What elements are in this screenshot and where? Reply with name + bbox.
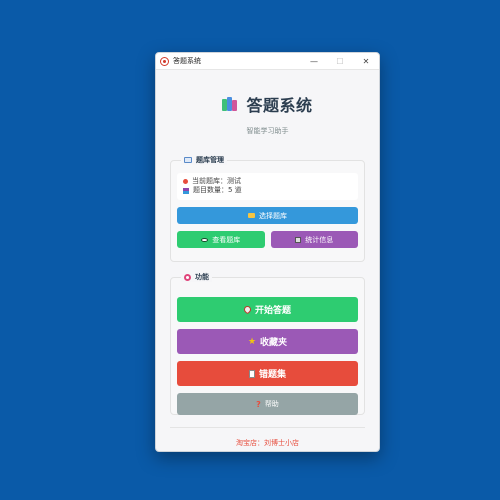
favorites-label: 收藏夹 xyxy=(260,338,288,348)
pushpin-icon xyxy=(183,179,188,184)
view-library-label: 查看题库 xyxy=(212,235,241,244)
current-library-text: 当前题库：测试 xyxy=(192,177,241,185)
app-logo-icon xyxy=(160,56,169,66)
wrong-answers-button[interactable]: 错题集 xyxy=(177,361,358,386)
favorites-button[interactable]: ★ 收藏夹 xyxy=(177,329,358,354)
star-icon: ★ xyxy=(247,336,257,347)
select-library-button[interactable]: 选择题库 xyxy=(177,207,358,224)
app-header: 答题系统 xyxy=(170,92,365,116)
library-group-label: 题库管理 xyxy=(196,156,224,164)
folder-icon xyxy=(248,213,255,218)
minimize-button[interactable]: — xyxy=(301,53,327,70)
main-content: 答题系统 智能学习助手 题库管理 当前题库：测试 题目数量：5 道 选择题库 查… xyxy=(156,92,379,448)
window-title: 答题系统 xyxy=(173,57,201,65)
view-library-button[interactable]: 查看题库 xyxy=(177,231,265,248)
app-title: 答题系统 xyxy=(246,96,313,115)
eye-icon xyxy=(201,237,209,242)
bar-chart-icon xyxy=(183,187,189,194)
question-count-line: 题目数量：5 道 xyxy=(183,186,352,195)
app-window: 答题系统 — ☐ ✕ 答题系统 智能学习助手 题库管理 当前题库：测试 题目数量… xyxy=(155,52,380,452)
functions-group-title: 功能 xyxy=(181,272,212,282)
question-count-text: 题目数量：5 道 xyxy=(193,186,242,194)
statistics-icon xyxy=(295,236,302,243)
rocket-icon xyxy=(242,304,253,315)
books-icon xyxy=(222,97,238,111)
footer-divider xyxy=(170,427,365,428)
title-bar[interactable]: 答题系统 — ☐ ✕ xyxy=(156,53,379,70)
functions-group: 功能 开始答题 ★ 收藏夹 错题集 ? 帮助 xyxy=(170,272,365,415)
statistics-button[interactable]: 统计信息 xyxy=(270,231,358,248)
wrong-answers-label: 错题集 xyxy=(258,370,286,380)
document-icon xyxy=(248,369,255,378)
question-mark-icon: ? xyxy=(256,399,261,409)
close-button[interactable]: ✕ xyxy=(353,53,379,70)
select-library-label: 选择题库 xyxy=(259,211,287,220)
current-library-line: 当前题库：测试 xyxy=(183,177,352,186)
library-info-box: 当前题库：测试 题目数量：5 道 xyxy=(177,173,358,200)
statistics-label: 统计信息 xyxy=(305,235,334,244)
help-button[interactable]: ? 帮助 xyxy=(177,393,358,415)
library-actions-row: 查看题库 统计信息 xyxy=(177,231,358,248)
library-group-title: 题库管理 xyxy=(181,155,227,165)
maximize-button[interactable]: ☐ xyxy=(327,53,353,70)
app-subtitle: 智能学习助手 xyxy=(246,127,289,135)
library-group: 题库管理 当前题库：测试 题目数量：5 道 选择题库 查看题库 统计信息 xyxy=(170,155,365,262)
footer-text: 淘宝店：刘博士小店 xyxy=(236,439,299,447)
start-quiz-button[interactable]: 开始答题 xyxy=(177,297,358,322)
functions-group-label: 功能 xyxy=(195,273,209,281)
target-icon xyxy=(184,273,191,281)
open-book-icon xyxy=(184,157,192,163)
start-quiz-label: 开始答题 xyxy=(254,306,291,316)
help-label: 帮助 xyxy=(264,400,279,408)
